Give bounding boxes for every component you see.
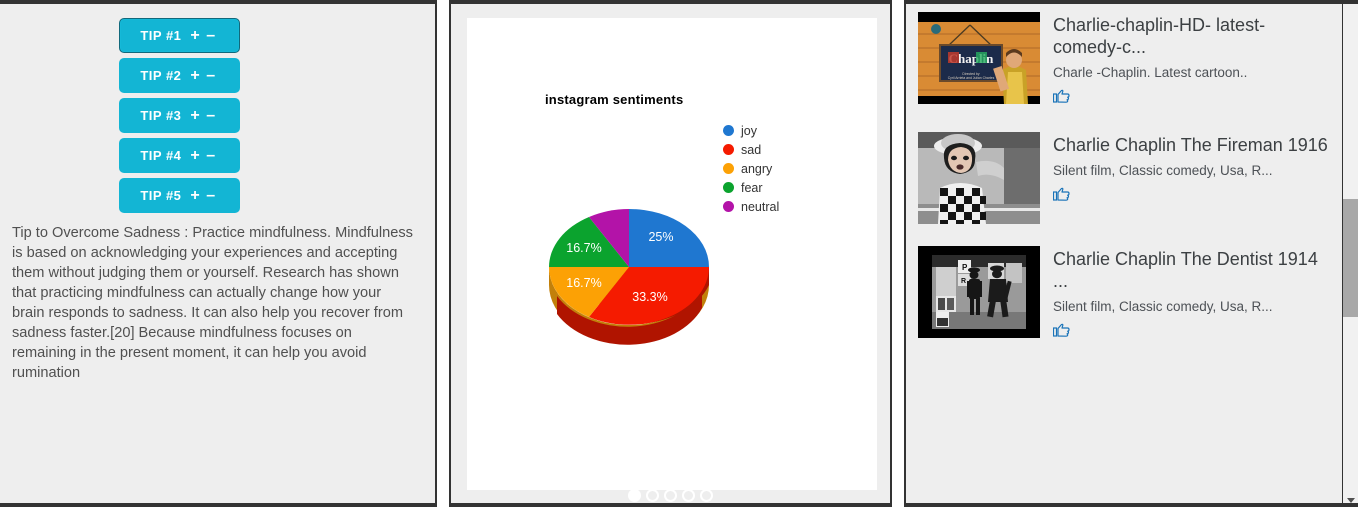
video-results-panel: Chaplin Directed by Cyril Arrieta and Ju… [904, 4, 1344, 503]
page-scrollbar-thumb[interactable] [1343, 199, 1358, 317]
carousel-dot-1[interactable] [628, 489, 641, 502]
legend-label-angry: angry [741, 161, 773, 176]
tip-buttons-list: TIP #1 + – TIP #2 + – TIP #3 + – TIP #4 + – TIP … [119, 18, 240, 218]
carousel-dot-4[interactable] [682, 489, 695, 502]
video-list-item[interactable]: Chaplin Directed by Cyril Arrieta and Ju… [918, 12, 1332, 110]
svg-text:P: P [962, 263, 968, 272]
bottom-rule-gap-1 [437, 503, 449, 507]
tip-description-text: Tip to Overcome Sadness : Practice mindf… [12, 225, 413, 381]
legend-item-joy[interactable]: joy [723, 121, 779, 140]
thumbs-up-icon[interactable] [1052, 323, 1070, 343]
pie-label-sad: 33.3% [632, 290, 667, 304]
legend-label-fear: fear [741, 180, 763, 195]
tip-button-1-label: TIP #1 [140, 28, 182, 43]
video-title[interactable]: Charlie Chaplin The Dentist 1914 ... [1053, 248, 1332, 292]
pie-chart-graphic: 25% 33.3% 16.7% 16.7% [549, 209, 709, 345]
legend-label-sad: sad [741, 142, 762, 157]
thumbs-up-icon[interactable] [1052, 89, 1070, 109]
video-info: Charlie Chaplin The Dentist 1914 ... Sil… [1052, 246, 1332, 344]
tip-button-3-label: TIP #3 [140, 108, 182, 123]
video-thumbnail[interactable] [918, 132, 1040, 224]
legend-swatch-icon [723, 125, 734, 136]
thumbnail-image-chaplin-sign: Chaplin Directed by Cyril Arrieta and Ju… [918, 12, 1040, 104]
carousel-dot-2[interactable] [646, 489, 659, 502]
video-description: Silent film, Classic comedy, Usa, R... [1053, 299, 1273, 314]
video-info: Charlie Chaplin The Fireman 1916 Silent … [1052, 132, 1332, 208]
top-rule-gap-1 [437, 0, 449, 4]
tip-button-1[interactable]: TIP #1 + – [119, 18, 240, 53]
legend-swatch-icon [723, 182, 734, 193]
minus-icon[interactable]: – [206, 67, 215, 84]
legend-label-neutral: neutral [741, 199, 780, 214]
chart-card: instagram sentiments 25% 33.3% 16.7% 16.… [467, 18, 877, 490]
video-list: Chaplin Directed by Cyril Arrieta and Ju… [918, 12, 1332, 366]
svg-text:R: R [961, 278, 966, 285]
tip-button-3[interactable]: TIP #3 + – [119, 98, 240, 133]
pie-label-joy: 25% [648, 230, 673, 244]
legend-item-sad[interactable]: sad [723, 140, 779, 159]
minus-icon[interactable]: – [206, 187, 215, 204]
carousel-dot-5[interactable] [700, 489, 713, 502]
thumbs-up-glyph [1052, 89, 1070, 103]
carousel-dots [451, 489, 890, 502]
carousel-dot-3[interactable] [664, 489, 677, 502]
legend-item-fear[interactable]: fear [723, 178, 779, 197]
legend-swatch-icon [723, 144, 734, 155]
plus-icon[interactable]: + [190, 187, 200, 204]
video-title[interactable]: Charlie Chaplin The Fireman 1916 [1053, 134, 1332, 156]
video-thumbnail[interactable]: P R [918, 246, 1040, 338]
plus-icon[interactable]: + [190, 67, 200, 84]
page-bottom-rule [0, 503, 1358, 507]
tip-button-2[interactable]: TIP #2 + – [119, 58, 240, 93]
pie-label-fear: 16.7% [566, 241, 601, 255]
video-info: Charlie-chaplin-HD- latest-comedy-c... C… [1052, 12, 1332, 110]
video-title[interactable]: Charlie-chaplin-HD- latest-comedy-c... [1053, 14, 1332, 58]
plus-icon[interactable]: + [190, 147, 200, 164]
minus-icon[interactable]: – [206, 147, 215, 164]
thumbs-up-icon[interactable] [1052, 187, 1070, 207]
video-list-item[interactable]: Charlie Chaplin The Fireman 1916 Silent … [918, 132, 1332, 224]
thumbs-up-glyph [1052, 187, 1070, 201]
top-rule-gap-2 [892, 0, 904, 4]
page-scrollbar-track[interactable] [1343, 4, 1358, 503]
minus-icon[interactable]: – [206, 27, 215, 44]
legend-label-joy: joy [741, 123, 757, 138]
tip-button-2-label: TIP #2 [140, 68, 182, 83]
tip-button-4-label: TIP #4 [140, 148, 182, 163]
video-list-item[interactable]: P R Charlie Chaplin The Dentist 1914 ...… [918, 246, 1332, 344]
legend-swatch-icon [723, 163, 734, 174]
video-description: Charle -Chaplin. Latest cartoon.. [1053, 65, 1248, 80]
chart-panel: instagram sentiments 25% 33.3% 16.7% 16.… [449, 4, 892, 503]
svg-text:Cyril Arrieta and Julian Charl: Cyril Arrieta and Julian Charles [948, 76, 995, 80]
pie-label-angry: 16.7% [566, 276, 601, 290]
thumbs-up-glyph [1052, 323, 1070, 337]
legend-item-angry[interactable]: angry [723, 159, 779, 178]
tip-button-5-label: TIP #5 [140, 188, 182, 203]
plus-icon[interactable]: + [190, 27, 200, 44]
thumbnail-image-bw-portrait [918, 132, 1040, 224]
thumbnail-image-bw-street: P R [918, 246, 1040, 338]
legend-item-neutral[interactable]: neutral [723, 197, 779, 216]
tip-button-5[interactable]: TIP #5 + – [119, 178, 240, 213]
tip-button-4[interactable]: TIP #4 + – [119, 138, 240, 173]
video-thumbnail[interactable]: Chaplin Directed by Cyril Arrieta and Ju… [918, 12, 1040, 104]
chart-legend: joy sad angry fear neutral [723, 121, 779, 216]
tips-panel: TIP #1 + – TIP #2 + – TIP #3 + – TIP #4 + – TIP … [0, 4, 437, 503]
plus-icon[interactable]: + [190, 107, 200, 124]
page-root: TIP #1 + – TIP #2 + – TIP #3 + – TIP #4 + – TIP … [0, 0, 1358, 512]
legend-swatch-icon [723, 201, 734, 212]
minus-icon[interactable]: – [206, 107, 215, 124]
bottom-rule-gap-2 [892, 503, 904, 507]
video-description: Silent film, Classic comedy, Usa, R... [1053, 163, 1273, 178]
